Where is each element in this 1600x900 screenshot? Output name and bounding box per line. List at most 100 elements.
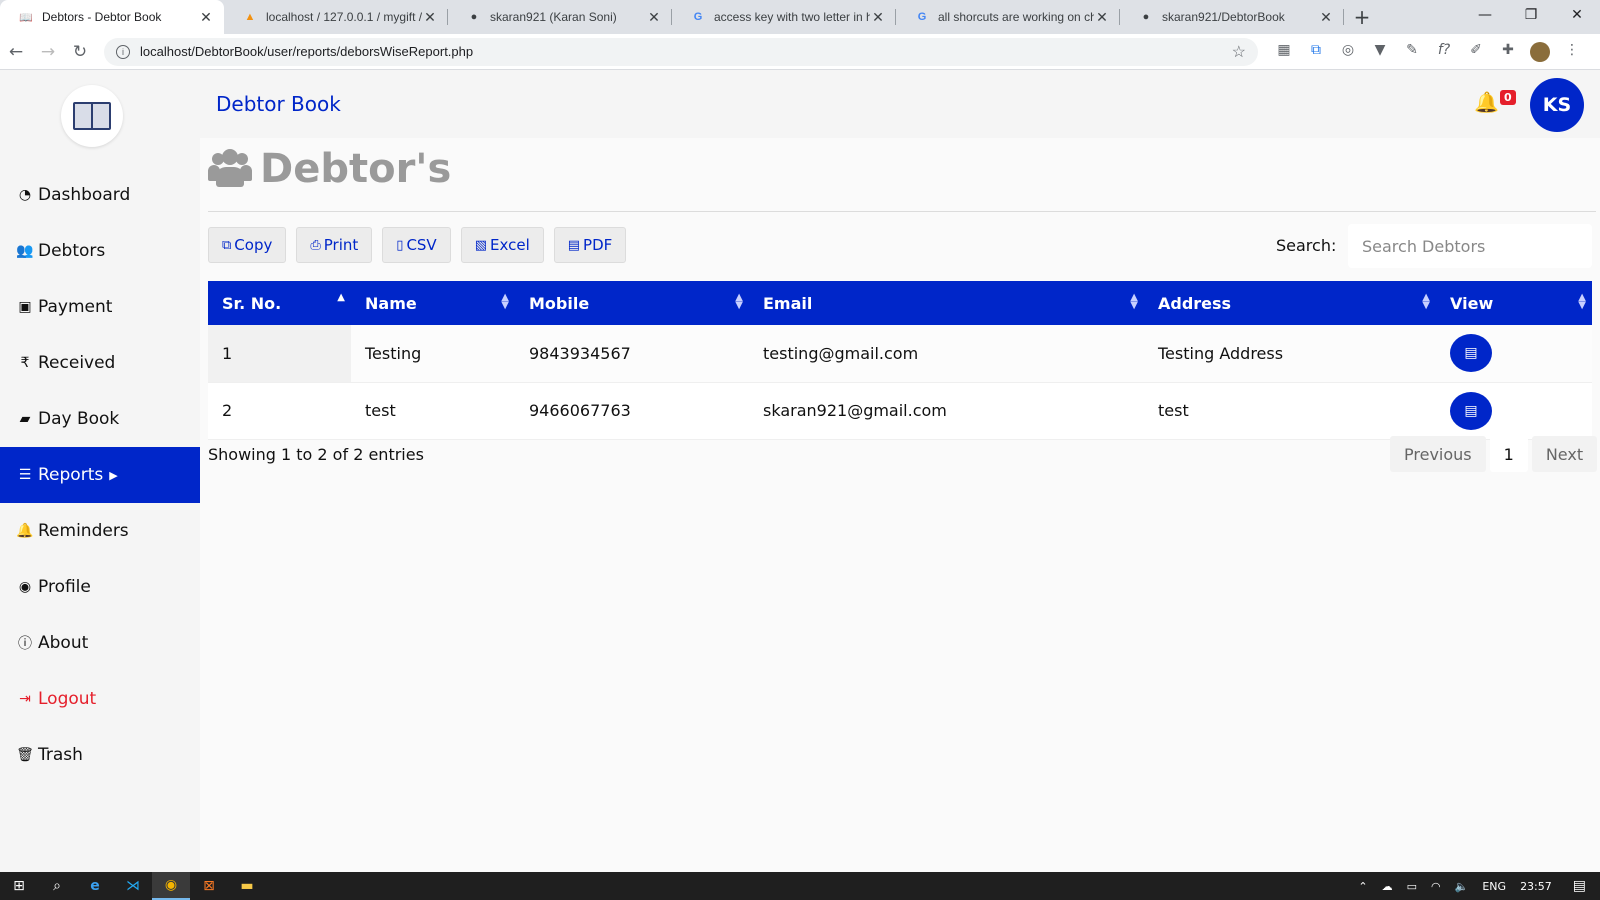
menu-dots-icon[interactable]: ⋮ <box>1556 42 1588 62</box>
page-title-text: Debtor's <box>260 146 452 192</box>
sidebar-item-label: Trash <box>38 745 83 765</box>
close-icon[interactable]: ✕ <box>422 9 438 26</box>
browser-tab[interactable]: G access key with two letter in ht ✕ <box>672 0 896 34</box>
volume-icon[interactable]: 🔈 <box>1448 880 1476 893</box>
extension-icon[interactable]: ▼ <box>1364 42 1396 62</box>
sidebar: ◔ Dashboard 👥 Debtors ▣ Payment ₹ Received ▰… <box>0 70 200 872</box>
file-explorer-icon[interactable]: ▬ <box>228 872 266 900</box>
search-input[interactable] <box>1348 224 1592 268</box>
print-button[interactable]: ⎙ Print <box>296 227 373 263</box>
cell-view: ▤ <box>1436 325 1592 383</box>
puzzle-icon[interactable]: ✚ <box>1492 42 1524 62</box>
close-icon[interactable]: ✕ <box>198 9 214 26</box>
browser-tab[interactable]: G all shorcuts are working on chr ✕ <box>896 0 1120 34</box>
cloud-icon[interactable]: ☁ <box>1375 880 1400 893</box>
view-button[interactable]: ▤ <box>1450 334 1492 373</box>
close-icon[interactable]: ✕ <box>1318 9 1334 26</box>
sidebar-item-profile[interactable]: ◉ Profile <box>0 559 200 615</box>
restore-icon[interactable]: ❐ <box>1508 0 1554 30</box>
profile-avatar[interactable] <box>1530 41 1550 62</box>
sort-icon: ▲ ▼ <box>735 292 743 311</box>
minimize-icon[interactable]: — <box>1462 0 1508 30</box>
back-arrow-icon[interactable]: ← <box>0 42 32 62</box>
browser-tab[interactable]: ● skaran921 (Karan Soni) ✕ <box>448 0 672 34</box>
forward-arrow-icon[interactable]: → <box>32 42 64 62</box>
phpmyadmin-favicon-icon: ▲ <box>244 11 256 23</box>
pagination-previous[interactable]: Previous <box>1390 436 1486 472</box>
google-favicon-icon: G <box>693 11 703 23</box>
view-button[interactable]: ▤ <box>1450 391 1492 430</box>
address-bar[interactable]: i localhost/DebtorBook/user/reports/debo… <box>104 37 1258 66</box>
notifications-icon[interactable]: ▤ <box>1559 878 1600 894</box>
extension-icon[interactable]: f? <box>1428 42 1460 62</box>
sidebar-item-reports[interactable]: ☰ Reports ▶ <box>0 447 200 503</box>
chrome-icon[interactable]: ◉ <box>152 872 190 900</box>
extension-icon[interactable]: ✐ <box>1460 42 1492 62</box>
excel-button[interactable]: ▧ Excel <box>460 227 544 263</box>
close-icon[interactable]: ✕ <box>870 9 886 26</box>
brand-title[interactable]: Debtor Book <box>216 92 341 116</box>
book-favicon-icon: 📖 <box>19 11 33 24</box>
cell-view: ▤ <box>1436 382 1592 440</box>
close-icon[interactable]: ✕ <box>1094 9 1110 26</box>
chevron-up-icon[interactable]: ⌃ <box>1351 880 1374 893</box>
sidebar-item-received[interactable]: ₹ Received <box>0 335 200 391</box>
header-label: Mobile <box>529 293 590 313</box>
new-tab-button[interactable]: + <box>1344 0 1380 34</box>
sidebar-item-about[interactable]: ⓘ About <box>0 615 200 671</box>
extension-icon[interactable]: ◎ <box>1332 42 1364 62</box>
xampp-icon[interactable]: ⊠ <box>190 872 228 900</box>
close-icon[interactable]: ✕ <box>646 9 662 26</box>
pagination-next[interactable]: Next <box>1531 436 1598 472</box>
close-window-icon[interactable]: ✕ <box>1554 0 1600 30</box>
sidebar-item-payment[interactable]: ▣ Payment <box>0 279 200 335</box>
column-header-address[interactable]: Address ▲ ▼ <box>1144 281 1436 325</box>
extension-icon[interactable]: ▦ <box>1268 42 1300 62</box>
clock[interactable]: 23:57 <box>1513 880 1559 893</box>
url-text[interactable]: localhost/DebtorBook/user/reports/debors… <box>140 44 1232 59</box>
column-header-view[interactable]: View ▲ ▼ <box>1436 281 1592 325</box>
column-header-email[interactable]: Email ▲ ▼ <box>749 281 1144 325</box>
browser-tab[interactable]: ● skaran921/DebtorBook ✕ <box>1120 0 1344 34</box>
divider <box>208 211 1596 212</box>
user-avatar[interactable]: KS <box>1530 78 1584 132</box>
cell-address: Testing Address <box>1144 325 1436 383</box>
pagination-page[interactable]: 1 <box>1489 436 1528 472</box>
battery-icon[interactable]: ▭ <box>1400 880 1424 893</box>
sidebar-item-logout[interactable]: ⇥ Logout <box>0 671 200 727</box>
bookmark-star-icon[interactable]: ☆ <box>1232 42 1246 62</box>
sidebar-item-reminders[interactable]: 🔔 Reminders <box>0 503 200 559</box>
csv-button[interactable]: ▯ CSV <box>382 227 451 263</box>
cell-sr-no: 2 <box>208 382 351 440</box>
column-header-name[interactable]: Name ▲ ▼ <box>351 281 515 325</box>
sidebar-item-trash[interactable]: 🗑 Trash <box>0 727 200 783</box>
notification-bell-icon[interactable]: 🔔 <box>1474 90 1499 114</box>
caret-right-icon: ▶ <box>109 468 118 482</box>
list-alt-icon: ▤ <box>1464 402 1478 419</box>
sidebar-item-day-book[interactable]: ▰ Day Book <box>0 391 200 447</box>
users-icon <box>208 149 252 189</box>
copy-icon: ⧉ <box>222 237 232 253</box>
sidebar-item-debtors[interactable]: 👥 Debtors <box>0 223 200 279</box>
copy-button[interactable]: ⧉ Copy <box>208 227 287 263</box>
sidebar-item-label: Dashboard <box>38 185 131 205</box>
edge-browser-icon[interactable]: e <box>76 872 114 900</box>
language-indicator[interactable]: ENG <box>1475 880 1513 893</box>
browser-tab[interactable]: ▲ localhost / 127.0.0.1 / mygift / ✕ <box>224 0 448 34</box>
column-header-sr-no[interactable]: Sr. No. ▲ <box>208 281 351 325</box>
vscode-icon[interactable]: ⋊ <box>114 872 152 900</box>
reload-icon[interactable]: ↻ <box>64 42 96 62</box>
browser-tab[interactable]: 📖 Debtors - Debtor Book ✕ <box>0 0 224 34</box>
rupee-icon: ₹ <box>20 355 30 371</box>
info-icon[interactable]: i <box>116 44 130 59</box>
translate-icon[interactable]: ⧉ <box>1300 42 1332 62</box>
extension-icon[interactable]: ✎ <box>1396 42 1428 62</box>
header-label: View <box>1450 293 1494 313</box>
column-header-mobile[interactable]: Mobile ▲ ▼ <box>515 281 749 325</box>
sidebar-item-label: Debtors <box>38 241 106 261</box>
pdf-button[interactable]: ▤ PDF <box>553 227 627 263</box>
windows-start-icon[interactable]: ⊞ <box>0 872 38 900</box>
wifi-icon[interactable]: ◠ <box>1424 880 1448 893</box>
sidebar-item-dashboard[interactable]: ◔ Dashboard <box>0 167 200 223</box>
search-icon[interactable]: ⌕ <box>38 872 76 900</box>
